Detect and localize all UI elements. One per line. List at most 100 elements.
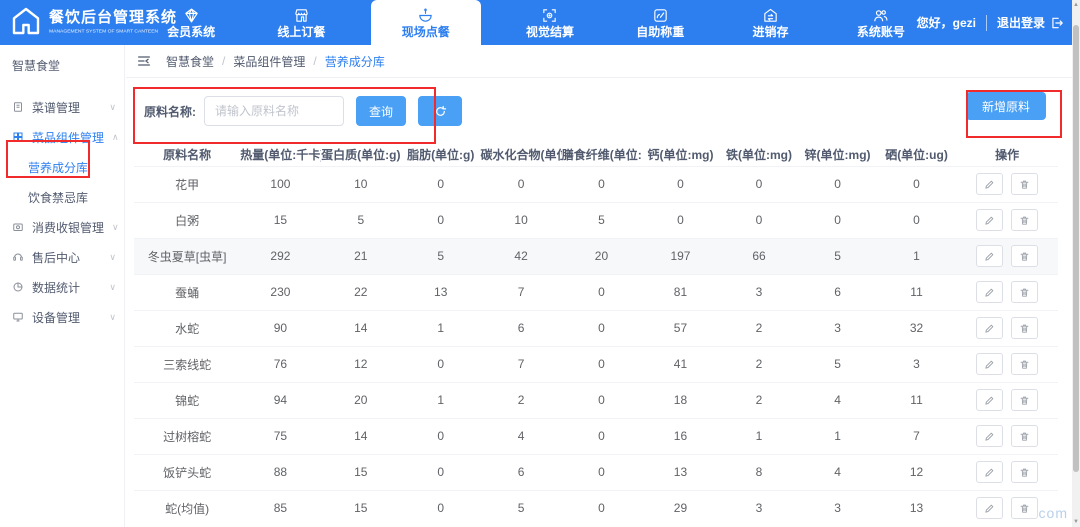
protein-value: 14 — [321, 418, 401, 454]
edit-button[interactable] — [976, 281, 1003, 303]
edit-button[interactable] — [976, 497, 1003, 519]
fat-value: 5 — [401, 238, 480, 274]
trash-icon — [1019, 431, 1030, 442]
edit-button[interactable] — [976, 245, 1003, 267]
protein-value: 5 — [321, 202, 401, 238]
table-row: 三索线蛇 76 12 0 7 0 41 2 5 3 — [134, 346, 1058, 382]
edit-button[interactable] — [976, 317, 1003, 339]
protein-value: 15 — [321, 490, 401, 526]
scroll-down-arrow-icon[interactable]: ▼ — [1072, 517, 1080, 527]
scroll-up-arrow-icon[interactable]: ▲ — [1072, 0, 1080, 10]
nav-item-inventory[interactable]: 进销存 — [715, 0, 825, 45]
sidebar-subitem-diet-taboo-library[interactable]: 饮食禁忌库 — [0, 182, 124, 212]
inventory-icon — [762, 7, 779, 24]
ingredient-name: 三索线蛇 — [134, 346, 240, 382]
nav-item-self-weighing[interactable]: 自助称重 — [605, 0, 715, 45]
iron-value: 3 — [720, 274, 799, 310]
vertical-scrollbar[interactable]: ▲ ▼ — [1072, 0, 1080, 527]
edit-button[interactable] — [976, 353, 1003, 375]
sidebar-item-dish-components[interactable]: 菜品组件管理 ∧ — [0, 122, 124, 152]
edit-button[interactable] — [976, 173, 1003, 195]
delete-button[interactable] — [1011, 425, 1038, 447]
add-ingredient-button[interactable]: 新增原料 — [966, 92, 1046, 120]
gem-icon — [183, 7, 200, 24]
sidebar-item-device-management[interactable]: 设备管理 ∨ — [0, 302, 124, 332]
fat-value: 0 — [401, 346, 480, 382]
carbohydrate-value: 6 — [480, 454, 561, 490]
carbohydrate-value: 7 — [480, 274, 561, 310]
trash-icon — [1019, 323, 1030, 334]
edit-button[interactable] — [976, 461, 1003, 483]
delete-button[interactable] — [1011, 281, 1038, 303]
trash-icon — [1019, 179, 1030, 190]
calories-value: 292 — [240, 238, 320, 274]
breadcrumb-bar: 智慧食堂 / 菜品组件管理 / 营养成分库 — [126, 45, 1072, 78]
nutrition-table: 原料名称 热量(单位:千卡) 蛋白质(单位:g) 脂肪(单位:g) 碳水化合物(… — [134, 144, 1058, 526]
nav-item-dine-in[interactable]: 现场点餐 — [371, 0, 481, 45]
sidebar-subitem-nutrition-library[interactable]: 营养成分库 — [0, 152, 124, 182]
chevron-down-icon: ∨ — [109, 252, 116, 263]
fiber-value: 0 — [562, 454, 641, 490]
sidebar-item-aftersales-center[interactable]: 售后中心 ∨ — [0, 242, 124, 272]
ingredient-name: 白粥 — [134, 202, 240, 238]
nav-item-member-system[interactable]: 会员系统 — [136, 0, 246, 45]
ingredient-name: 水蛇 — [134, 310, 240, 346]
actions-cell — [956, 166, 1058, 202]
calcium-value: 41 — [641, 346, 720, 382]
selenium-value: 0 — [877, 202, 956, 238]
iron-value: 0 — [720, 202, 799, 238]
pencil-icon — [984, 215, 995, 226]
zinc-value: 3 — [798, 310, 877, 346]
nav-item-online-order[interactable]: 线上订餐 — [246, 0, 356, 45]
ingredient-name: 锦蛇 — [134, 382, 240, 418]
edit-button[interactable] — [976, 425, 1003, 447]
edit-button[interactable] — [976, 209, 1003, 231]
delete-button[interactable] — [1011, 353, 1038, 375]
ingredient-name-input[interactable] — [204, 96, 344, 126]
selenium-value: 11 — [877, 382, 956, 418]
refresh-icon — [434, 105, 447, 118]
iron-value: 3 — [720, 490, 799, 526]
actions-cell — [956, 346, 1058, 382]
actions-cell — [956, 274, 1058, 310]
edit-button[interactable] — [976, 389, 1003, 411]
carbohydrate-value: 0 — [480, 166, 561, 202]
sidebar-item-cashier-management[interactable]: 消费收银管理 ∨ — [0, 212, 124, 242]
breadcrumb: 智慧食堂 / 菜品组件管理 / 营养成分库 — [166, 53, 385, 70]
pencil-icon — [984, 359, 995, 370]
zinc-value: 0 — [798, 166, 877, 202]
actions-cell — [956, 202, 1058, 238]
actions-cell — [956, 382, 1058, 418]
actions-cell — [956, 418, 1058, 454]
selenium-value: 13 — [877, 490, 956, 526]
delete-button[interactable] — [1011, 461, 1038, 483]
fat-value: 1 — [401, 382, 480, 418]
refresh-button[interactable] — [418, 96, 462, 126]
nav-item-visual-checkout[interactable]: 视觉结算 — [495, 0, 605, 45]
delete-button[interactable] — [1011, 173, 1038, 195]
fat-value: 0 — [401, 454, 480, 490]
pie-chart-icon — [12, 281, 24, 293]
ingredient-name: 蛇(均值) — [134, 490, 240, 526]
protein-value: 12 — [321, 346, 401, 382]
query-button[interactable]: 查询 — [356, 96, 406, 126]
calories-value: 230 — [240, 274, 320, 310]
breadcrumb-dish-components[interactable]: 菜品组件管理 — [233, 53, 305, 70]
sidebar-item-data-statistics[interactable]: 数据统计 ∨ — [0, 272, 124, 302]
delete-button[interactable] — [1011, 497, 1038, 519]
zinc-value: 4 — [798, 382, 877, 418]
delete-button[interactable] — [1011, 245, 1038, 267]
fat-value: 0 — [401, 490, 480, 526]
delete-button[interactable] — [1011, 317, 1038, 339]
ingredient-name: 饭铲头蛇 — [134, 454, 240, 490]
delete-button[interactable] — [1011, 389, 1038, 411]
breadcrumb-home[interactable]: 智慧食堂 — [166, 53, 214, 70]
calories-value: 76 — [240, 346, 320, 382]
logout-button[interactable]: 退出登录 — [997, 14, 1064, 31]
sidebar-item-recipe-management[interactable]: 菜谱管理 ∨ — [0, 92, 124, 122]
fiber-value: 20 — [562, 238, 641, 274]
zinc-value: 5 — [798, 238, 877, 274]
collapse-sidebar-icon[interactable] — [136, 53, 152, 69]
delete-button[interactable] — [1011, 209, 1038, 231]
scrollbar-thumb[interactable] — [1073, 25, 1079, 472]
